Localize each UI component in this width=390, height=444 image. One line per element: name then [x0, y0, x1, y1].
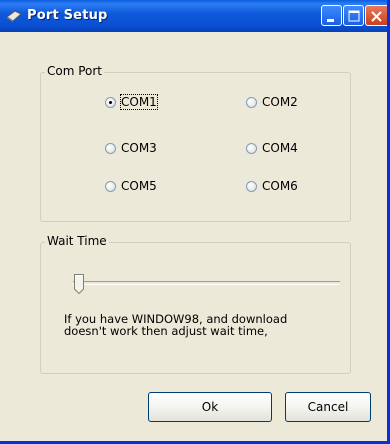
radio-com4-label: COM4 — [262, 141, 298, 155]
ok-button[interactable]: Ok — [148, 392, 272, 422]
minimize-button[interactable] — [321, 5, 342, 26]
wait-time-slider-thumb[interactable] — [74, 274, 84, 294]
maximize-icon — [348, 10, 360, 22]
radio-com2-indicator — [246, 96, 257, 108]
wait-time-group — [40, 242, 351, 374]
minimize-icon — [327, 19, 334, 22]
app-icon — [6, 10, 22, 22]
radio-com5[interactable]: COM5 — [105, 178, 157, 194]
radio-com3-label: COM3 — [121, 141, 157, 155]
wait-time-note: If you have WINDOW98, and download doesn… — [64, 312, 288, 338]
window-title: Port Setup — [27, 8, 108, 23]
radio-com6-label: COM6 — [262, 179, 298, 193]
radio-com6[interactable]: COM6 — [246, 178, 298, 194]
radio-com6-indicator — [246, 180, 257, 192]
radio-com3-indicator — [105, 142, 116, 154]
close-button[interactable] — [365, 5, 387, 26]
wait-time-slider-track[interactable] — [73, 281, 340, 285]
radio-com1-label: COM1 — [120, 94, 158, 110]
radio-com2-label: COM2 — [262, 95, 298, 109]
port-setup-dialog: Port Setup Com Port COM1 COM2 COM3 COM4 … — [0, 0, 390, 444]
radio-com4-indicator — [246, 142, 257, 154]
maximize-button[interactable] — [343, 5, 364, 26]
close-icon — [371, 11, 382, 22]
wait-time-legend: Wait Time — [45, 234, 109, 248]
radio-com1[interactable]: COM1 — [105, 94, 158, 110]
radio-com1-indicator — [105, 96, 116, 108]
com-port-legend: Com Port — [45, 64, 105, 78]
radio-com5-label: COM5 — [121, 179, 157, 193]
cancel-button[interactable]: Cancel — [285, 392, 371, 422]
title-bar[interactable]: Port Setup — [0, 0, 387, 32]
radio-com2[interactable]: COM2 — [246, 94, 298, 110]
radio-com5-indicator — [105, 180, 116, 192]
radio-com3[interactable]: COM3 — [105, 140, 157, 156]
com-port-group — [40, 72, 351, 222]
radio-com4[interactable]: COM4 — [246, 140, 298, 156]
